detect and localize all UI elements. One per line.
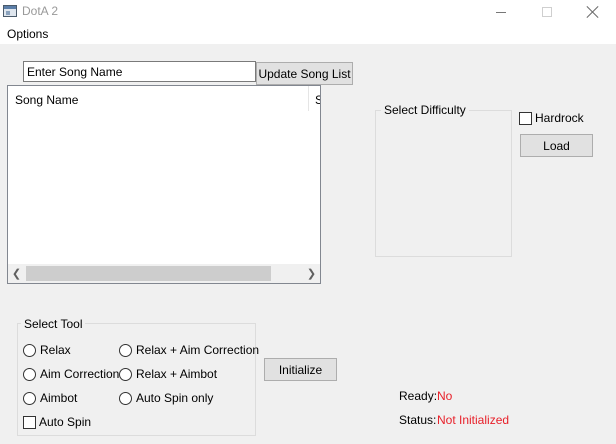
status-value: Not Initialized [437, 413, 510, 427]
radio-aim-correction[interactable]: Aim Correction [23, 367, 119, 381]
status-label: Status: [399, 413, 437, 427]
radio-aimbot[interactable]: Aimbot [23, 391, 77, 405]
update-song-list-button[interactable]: Update Song List [256, 62, 353, 85]
radio-relax-aim-correction[interactable]: Relax + Aim Correction [119, 343, 259, 357]
menu-item-options[interactable]: Options [7, 27, 48, 41]
radio-circle[interactable] [23, 367, 36, 381]
hardrock-label: Hardrock [535, 111, 584, 125]
radio-label: Aimbot [40, 391, 78, 405]
application-window-icon [3, 5, 17, 17]
horizontal-scrollbar[interactable]: ❮ ❯ [8, 264, 320, 283]
radio-label: Relax + Aim Correction [136, 343, 260, 357]
auto-spin-label: Auto Spin [39, 415, 92, 429]
radio-circle[interactable] [23, 343, 36, 357]
column-header-second[interactable]: S [315, 93, 320, 107]
close-button[interactable] [570, 0, 616, 24]
load-button[interactable]: Load [520, 134, 593, 157]
radio-circle[interactable] [23, 391, 36, 405]
song-list[interactable]: Song Name S ❮ ❯ [7, 85, 321, 284]
initialize-button[interactable]: Initialize [264, 358, 337, 381]
scroll-right-icon[interactable]: ❯ [303, 264, 320, 283]
radio-auto-spin-only[interactable]: Auto Spin only [119, 391, 213, 405]
auto-spin-checkbox[interactable]: Auto Spin [23, 415, 91, 429]
radio-relax-aimbot[interactable]: Relax + Aimbot [119, 367, 217, 381]
minimize-icon [496, 11, 506, 13]
song-name-input[interactable] [23, 61, 256, 82]
close-icon [586, 5, 600, 19]
radio-circle[interactable] [119, 391, 132, 405]
hardrock-checkbox[interactable]: Hardrock [519, 111, 584, 125]
radio-label: Auto Spin only [136, 391, 214, 405]
radio-label: Aim Correction [40, 367, 120, 381]
song-list-header: Song Name S [8, 86, 320, 111]
menu-bar: Options [0, 24, 616, 44]
difficulty-group-label: Select Difficulty [381, 103, 469, 117]
window-title: DotA 2 [22, 4, 59, 18]
radio-relax[interactable]: Relax [23, 343, 71, 357]
ready-value: No [437, 389, 453, 403]
minimize-button[interactable] [478, 0, 524, 24]
scroll-left-icon[interactable]: ❮ [8, 264, 25, 283]
checkbox-box[interactable] [23, 415, 36, 429]
column-divider[interactable] [308, 86, 309, 111]
maximize-icon [542, 7, 552, 17]
radio-circle[interactable] [119, 367, 132, 381]
difficulty-group [375, 110, 512, 257]
ready-label: Ready: [399, 389, 438, 403]
radio-circle[interactable] [119, 343, 132, 357]
checkbox-box[interactable] [519, 111, 532, 125]
column-header-song-name[interactable]: Song Name [15, 93, 78, 107]
radio-label: Relax + Aimbot [136, 367, 218, 381]
radio-label: Relax [40, 343, 71, 357]
title-bar: DotA 2 [0, 0, 616, 24]
maximize-button[interactable] [524, 0, 570, 24]
tool-group-label: Select Tool [21, 317, 86, 331]
scrollbar-thumb[interactable] [26, 266, 271, 281]
